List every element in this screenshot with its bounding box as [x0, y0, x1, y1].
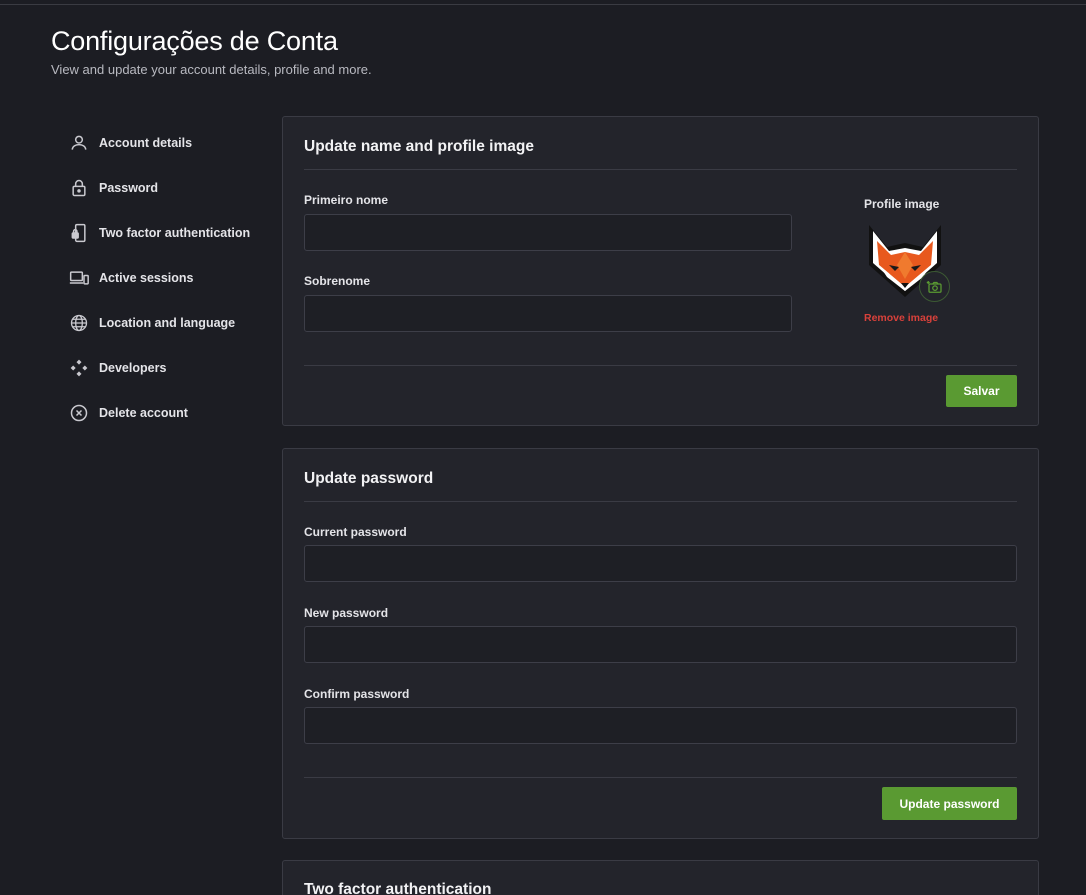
- sidebar-item-account-details[interactable]: Account details: [68, 120, 268, 165]
- devices-icon: [68, 267, 90, 289]
- sidebar-item-location-language[interactable]: Location and language: [68, 300, 268, 345]
- sidebar-item-label: Two factor authentication: [99, 225, 251, 240]
- sidebar-item-developers[interactable]: Developers: [68, 345, 268, 390]
- profile-image-label: Profile image: [864, 197, 940, 211]
- remove-image-link[interactable]: Remove image: [864, 312, 938, 324]
- page-subtitle: View and update your account details, pr…: [51, 62, 372, 77]
- profile-card: Update name and profile image Primeiro n…: [282, 116, 1039, 426]
- sidebar-item-label: Password: [99, 180, 159, 195]
- close-circle-icon: [68, 402, 90, 424]
- new-password-label: New password: [304, 606, 389, 620]
- confirm-password-input[interactable]: [304, 707, 1017, 744]
- two-factor-card: Two factor authentication: [282, 860, 1039, 895]
- sidebar-item-active-sessions[interactable]: Active sessions: [68, 255, 268, 300]
- card-divider: [304, 365, 1017, 366]
- globe-icon: [68, 312, 90, 334]
- camera-add-icon[interactable]: [919, 271, 950, 302]
- card-divider: [304, 777, 1017, 778]
- sidebar-item-label: Delete account: [99, 405, 188, 420]
- sidebar-item-label: Location and language: [99, 315, 236, 330]
- page-title: Configurações de Conta: [51, 26, 338, 56]
- first-name-label: Primeiro nome: [304, 193, 389, 207]
- password-card-title: Update password: [304, 470, 434, 487]
- top-divider: [0, 4, 1086, 5]
- sidebar-item-label: Account details: [99, 135, 193, 150]
- sidebar-item-two-factor[interactable]: Two factor authentication: [68, 210, 268, 255]
- lock-icon: [68, 177, 90, 199]
- current-password-label: Current password: [304, 525, 407, 539]
- update-password-button[interactable]: Update password: [882, 787, 1017, 820]
- sidebar-item-delete-account[interactable]: Delete account: [68, 390, 268, 435]
- password-card: Update password Current password New pas…: [282, 448, 1039, 839]
- confirm-password-label: Confirm password: [304, 687, 410, 701]
- card-divider: [304, 169, 1017, 170]
- two-factor-card-title: Two factor authentication: [304, 881, 492, 895]
- phone-lock-icon: [68, 222, 90, 244]
- sidebar-item-label: Active sessions: [99, 270, 194, 285]
- save-button[interactable]: Salvar: [946, 375, 1017, 407]
- card-divider: [304, 501, 1017, 502]
- user-icon: [68, 132, 90, 154]
- new-password-input[interactable]: [304, 626, 1017, 663]
- sidebar-item-label: Developers: [99, 360, 167, 375]
- sidebar-item-password[interactable]: Password: [68, 165, 268, 210]
- first-name-input[interactable]: [304, 214, 792, 251]
- last-name-label: Sobrenome: [304, 274, 371, 288]
- settings-sidebar: Account details Password Two factor auth…: [68, 120, 268, 435]
- last-name-input[interactable]: [304, 295, 792, 332]
- profile-card-title: Update name and profile image: [304, 138, 534, 155]
- current-password-input[interactable]: [304, 545, 1017, 582]
- developers-icon: [68, 357, 90, 379]
